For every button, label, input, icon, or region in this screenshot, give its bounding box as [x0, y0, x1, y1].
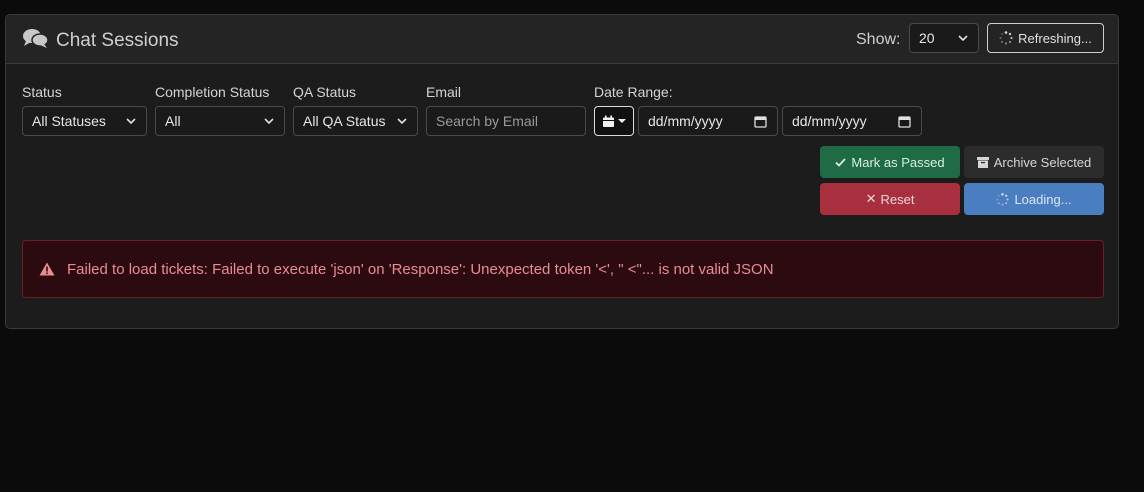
qa-filter-value: All QA Status [303, 113, 386, 129]
close-icon: ✕ [865, 191, 877, 206]
email-search-input[interactable]: Search by Email [426, 106, 586, 136]
card-header: Chat Sessions Show: 20 Refreshing... [6, 15, 1118, 64]
reset-button[interactable]: ✕ Reset [820, 183, 960, 215]
caret-down-icon [618, 119, 626, 123]
status-filter-select[interactable]: All Statuses [22, 106, 147, 136]
date-to-input[interactable]: dd/mm/yyyy [782, 106, 922, 136]
archive-icon [976, 156, 989, 168]
completion-filter-select[interactable]: All [155, 106, 285, 136]
completion-filter-value: All [165, 113, 181, 129]
check-icon [835, 157, 847, 167]
archive-selected-label: Archive Selected [993, 154, 1092, 170]
calendar-icon[interactable] [898, 115, 911, 128]
mark-as-passed-label: Mark as Passed [851, 154, 945, 170]
chevron-down-icon [958, 35, 968, 42]
page-size-select[interactable]: 20 [909, 23, 979, 53]
title-group: Chat Sessions [22, 27, 179, 54]
calendar-icon[interactable] [754, 115, 767, 128]
error-alert: Failed to load tickets: Failed to execut… [22, 240, 1104, 298]
reset-label: Reset [880, 191, 915, 207]
loading-label: Loading... [1014, 191, 1072, 207]
refresh-label: Refreshing... [1018, 30, 1092, 46]
refresh-button[interactable]: Refreshing... [987, 23, 1104, 53]
status-filter-label: Status [22, 84, 62, 100]
date-from-value: dd/mm/yyyy [648, 113, 723, 129]
qa-filter-label: QA Status [293, 84, 357, 100]
email-filter-label: Email [426, 84, 462, 100]
chevron-down-icon [264, 118, 274, 125]
archive-selected-button[interactable]: Archive Selected [964, 146, 1104, 178]
date-to-value: dd/mm/yyyy [792, 113, 867, 129]
page-size-value: 20 [919, 30, 935, 46]
loading-button[interactable]: Loading... [964, 183, 1104, 215]
spinner-icon [999, 31, 1013, 45]
spinner-icon [996, 192, 1010, 206]
email-placeholder: Search by Email [436, 113, 538, 129]
page-title: Chat Sessions [56, 29, 179, 51]
error-message: Failed to load tickets: Failed to execut… [67, 260, 774, 278]
show-label: Show: [856, 31, 901, 48]
completion-filter-label: Completion Status [155, 84, 270, 100]
status-filter-value: All Statuses [32, 113, 106, 129]
mark-as-passed-button[interactable]: Mark as Passed [820, 146, 960, 178]
chevron-down-icon [397, 118, 407, 125]
date-preset-button[interactable] [594, 106, 634, 136]
chevron-down-icon [126, 118, 136, 125]
warning-icon [39, 262, 55, 276]
calendar-icon [603, 115, 614, 127]
chat-sessions-card: Chat Sessions Show: 20 Refreshing... Sta… [5, 14, 1119, 329]
comments-icon [22, 27, 50, 54]
date-from-input[interactable]: dd/mm/yyyy [638, 106, 778, 136]
qa-filter-select[interactable]: All QA Status [293, 106, 418, 136]
date-range-label: Date Range: [594, 84, 673, 100]
